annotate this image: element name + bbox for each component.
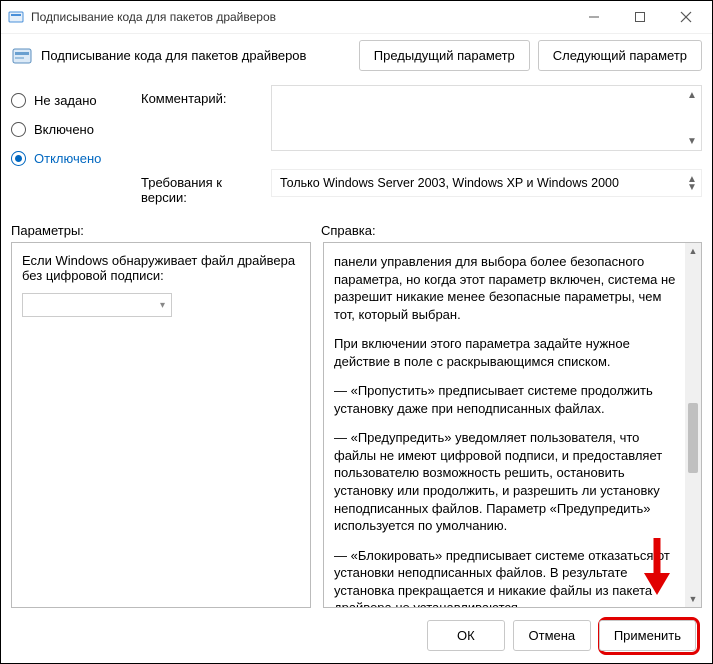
help-panel: панели управления для выбора более безоп… xyxy=(323,242,702,608)
comment-label: Комментарий: xyxy=(141,85,271,106)
scroll-down-icon[interactable]: ▼ xyxy=(686,135,698,147)
options-panel: Если Windows обнаруживает файл драйвера … xyxy=(11,242,311,608)
previous-setting-button[interactable]: Предыдущий параметр xyxy=(359,40,530,71)
scroll-up-icon[interactable]: ▲ xyxy=(685,243,701,259)
close-button[interactable] xyxy=(674,5,698,29)
apply-button[interactable]: Применить xyxy=(599,620,696,651)
requirements-label: Требования к версии: xyxy=(141,169,271,205)
app-icon xyxy=(7,8,25,26)
scrollbar-thumb[interactable] xyxy=(688,403,698,473)
cancel-button[interactable]: Отмена xyxy=(513,620,591,651)
next-setting-button[interactable]: Следующий параметр xyxy=(538,40,702,71)
radio-disabled[interactable]: Отключено xyxy=(11,151,141,166)
scroll-down-icon[interactable]: ▼ xyxy=(686,181,698,193)
options-section-label: Параметры: xyxy=(11,223,321,238)
comment-textarea[interactable]: ▲ ▼ xyxy=(271,85,702,151)
scroll-up-icon[interactable]: ▲ xyxy=(686,89,698,101)
action-dropdown[interactable]: ▾ xyxy=(22,293,172,317)
state-radio-group: Не задано Включено Отключено xyxy=(11,85,141,205)
policy-icon xyxy=(11,45,33,67)
radio-not-configured[interactable]: Не задано xyxy=(11,93,141,108)
scroll-down-icon[interactable]: ▼ xyxy=(685,591,701,607)
ok-button[interactable]: ОК xyxy=(427,620,505,651)
requirements-value: Только Windows Server 2003, Windows XP и… xyxy=(280,176,619,190)
header-title: Подписывание кода для пакетов драйверов xyxy=(41,48,359,63)
dialog-window: Подписывание кода для пакетов драйверов … xyxy=(0,0,713,664)
titlebar: Подписывание кода для пакетов драйверов xyxy=(1,1,712,34)
minimize-button[interactable] xyxy=(582,5,606,29)
vertical-scrollbar[interactable]: ▲ ▼ xyxy=(685,243,701,607)
help-section-label: Справка: xyxy=(321,223,376,238)
help-text: панели управления для выбора более безоп… xyxy=(324,243,685,607)
radio-enabled[interactable]: Включено xyxy=(11,122,141,137)
requirements-box: Только Windows Server 2003, Windows XP и… xyxy=(271,169,702,197)
chevron-down-icon: ▾ xyxy=(160,300,165,311)
window-title: Подписывание кода для пакетов драйверов xyxy=(31,10,582,24)
options-text: Если Windows обнаруживает файл драйвера … xyxy=(22,253,300,283)
header: Подписывание кода для пакетов драйверов … xyxy=(1,34,712,85)
maximize-button[interactable] xyxy=(628,5,652,29)
